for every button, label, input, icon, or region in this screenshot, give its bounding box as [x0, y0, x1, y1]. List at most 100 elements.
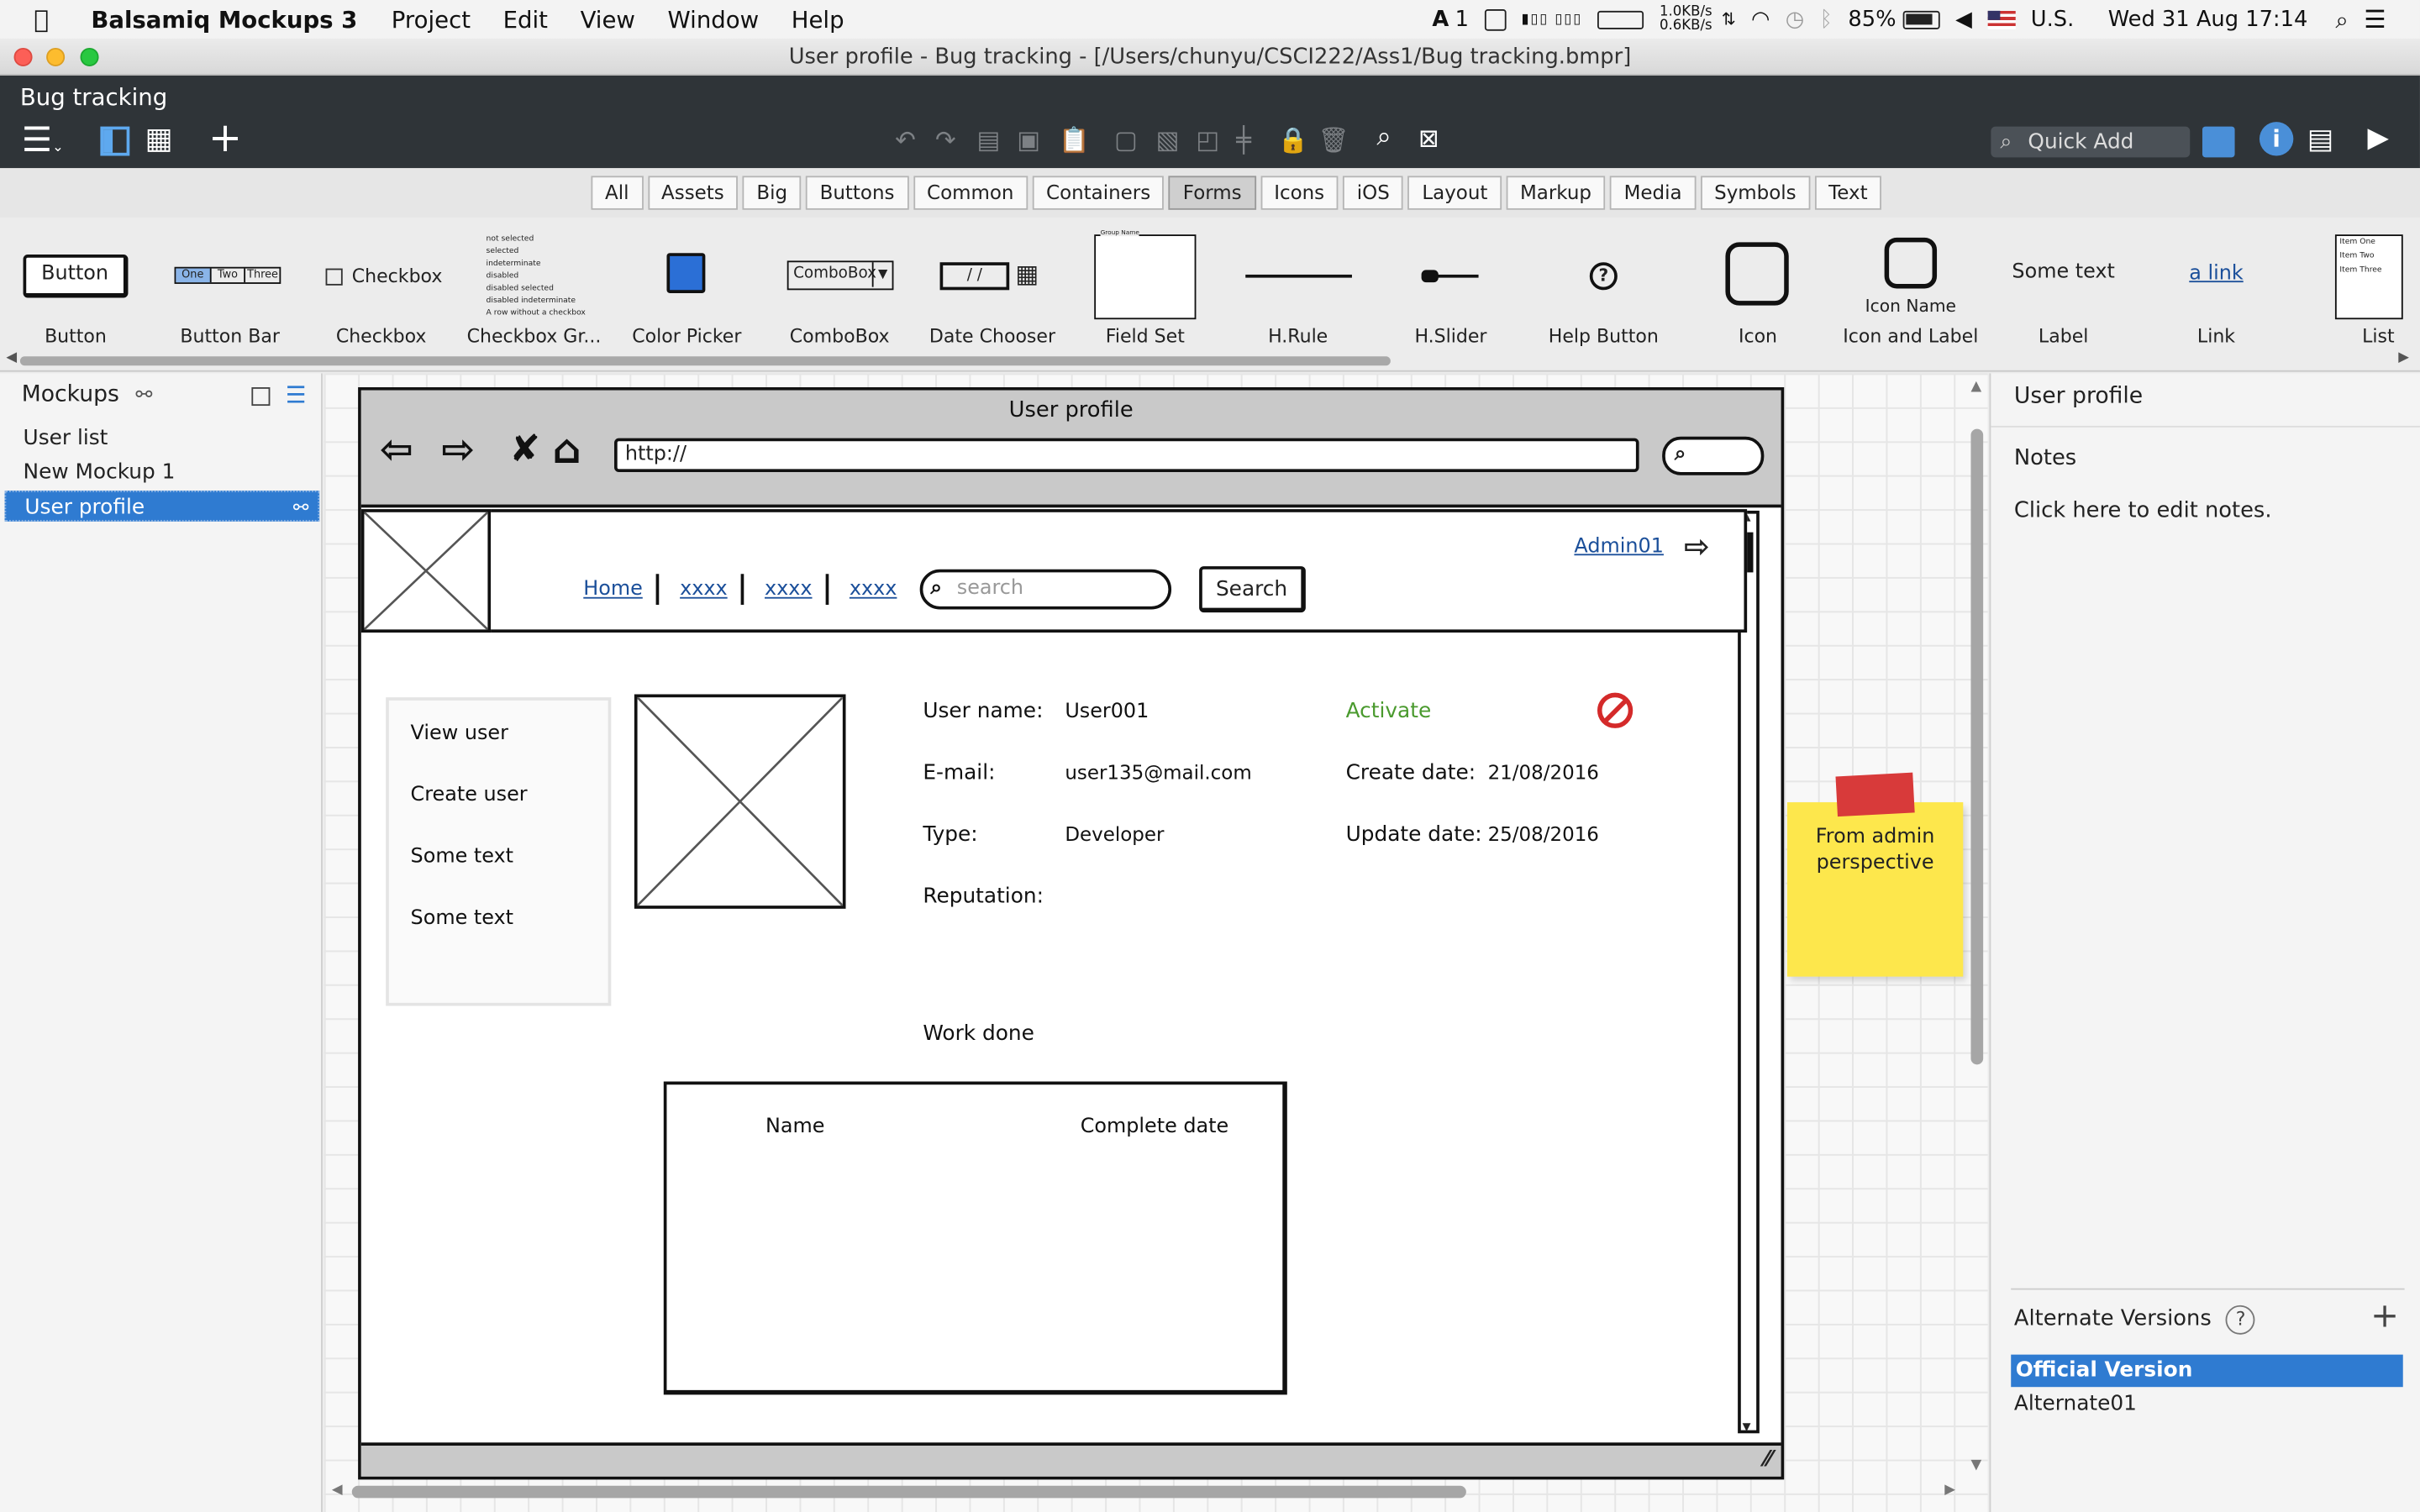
canvas-scroll-down-icon[interactable]: ▼	[1970, 1458, 1981, 1473]
volume-icon[interactable]: ◀	[1955, 7, 1972, 31]
notification-center-icon[interactable]: ☰	[2364, 5, 2386, 34]
grid-view-icon[interactable]: ▦	[145, 122, 173, 155]
clock[interactable]: Wed 31 Aug 17:14	[2108, 7, 2308, 31]
ungroup-icon[interactable]: ▧	[1156, 125, 1180, 155]
mockup-item-user-profile[interactable]: User profile ⚯	[4, 491, 320, 522]
library-scrollbar[interactable]	[19, 356, 1391, 366]
content-vertical-scrollbar[interactable]: ▲ ▼	[1738, 510, 1760, 1434]
logout-icon[interactable]: ⇨	[1684, 528, 1710, 564]
filter-tab-assets[interactable]: Assets	[647, 176, 739, 210]
nav-link-1[interactable]: xxxx	[680, 578, 728, 601]
browser-search-field[interactable]: ⌕	[1662, 436, 1765, 475]
library-item-field-set[interactable]: Group Name Field Set	[1070, 218, 1221, 372]
spotlight-icon[interactable]: ⌕	[2335, 5, 2348, 33]
side-menu-item-4[interactable]: Some text	[411, 907, 513, 931]
filter-tab-forms[interactable]: Forms	[1169, 176, 1256, 210]
hamburger-menu-icon[interactable]: ☰⌄	[22, 122, 64, 160]
fullscreen-present-icon[interactable]: ▶	[2367, 122, 2388, 155]
library-item-button-bar[interactable]: One Two Three Button Bar	[155, 218, 306, 372]
redo-icon[interactable]: ↷	[935, 125, 956, 155]
close-window-button[interactable]	[13, 47, 33, 66]
url-field[interactable]: http://	[614, 438, 1639, 473]
help-icon[interactable]: ?	[2226, 1305, 2255, 1335]
library-item-link[interactable]: a link Link	[2141, 218, 2292, 372]
menu-window[interactable]: Window	[668, 5, 760, 33]
filter-tab-buttons[interactable]: Buttons	[806, 176, 909, 210]
canvas-scroll-right-icon[interactable]: ▶	[1944, 1483, 1955, 1498]
link-symbol-icon[interactable]: ⚯	[135, 384, 152, 407]
notes-panel-icon[interactable]: ▤	[2307, 123, 2333, 156]
canvas-scroll-up-icon[interactable]: ▲	[1970, 380, 1981, 395]
site-search-input[interactable]: ⌕ search	[919, 569, 1172, 610]
mockup-item-user-list[interactable]: User list	[5, 423, 320, 454]
thumbnail-view-icon[interactable]	[251, 387, 271, 407]
library-item-icon-and-label[interactable]: Icon Name Icon and Label	[1835, 218, 1986, 372]
admin-user-link[interactable]: Admin01	[1574, 535, 1663, 559]
group-icon[interactable]: ▢	[1114, 125, 1138, 155]
library-item-icon[interactable]: Icon	[1682, 218, 1833, 372]
back-arrow-icon[interactable]: ⇦	[380, 428, 413, 474]
filter-tab-common[interactable]: Common	[913, 176, 1028, 210]
memory-meter-icon[interactable]	[1597, 7, 1644, 31]
library-item-checkbox[interactable]: Checkbox Checkbox	[306, 218, 457, 372]
filter-tab-text[interactable]: Text	[1814, 176, 1882, 210]
forward-arrow-icon[interactable]: ⇨	[441, 428, 475, 474]
canvas-vertical-scrollbar[interactable]	[1970, 428, 1984, 1065]
align-icon[interactable]: ╪	[1236, 125, 1251, 155]
library-item-color-picker[interactable]: Color Picker	[611, 218, 762, 372]
library-item-hrule[interactable]: H.Rule	[1223, 218, 1374, 372]
quick-add-input[interactable]: ⌕ Quick Add	[1991, 126, 2191, 158]
duplicate-icon[interactable]: ▣	[1017, 125, 1040, 155]
apple-menu-icon[interactable]: 	[34, 5, 61, 34]
network-speed[interactable]: 1.0KB/s 0.6KB/s	[1660, 5, 1712, 33]
library-item-combobox[interactable]: ComboBox ▼ ComboBox	[764, 218, 915, 372]
canvas-scroll-left-icon[interactable]: ◀	[332, 1483, 343, 1498]
activate-status[interactable]: Activate	[1346, 699, 1432, 723]
filter-tab-icons[interactable]: Icons	[1260, 176, 1339, 210]
filter-tab-big[interactable]: Big	[742, 176, 802, 210]
add-version-icon[interactable]: +	[2370, 1298, 2399, 1336]
canvas-horizontal-scrollbar[interactable]	[351, 1485, 1466, 1499]
clear-find-icon[interactable]: ⊠	[1418, 123, 1439, 153]
find-icon[interactable]: ⌕	[1376, 122, 1392, 153]
copy-icon[interactable]: ▤	[977, 125, 1001, 155]
filter-tab-symbols[interactable]: Symbols	[1700, 176, 1811, 210]
single-view-icon[interactable]	[100, 126, 130, 156]
nav-link-2[interactable]: xxxx	[765, 578, 813, 601]
mockup-canvas[interactable]: User profile ⇦ ⇨ ✘ ⌂ http:// ⌕ ▲ ▼ Home …	[324, 373, 1988, 1512]
add-mockup-icon[interactable]: +	[208, 116, 242, 162]
time-machine-icon[interactable]: ◷	[1786, 7, 1804, 31]
stop-block-icon[interactable]	[1597, 692, 1634, 728]
library-scroll-right-icon[interactable]: ▶	[2398, 350, 2409, 365]
cpu-meter-icon[interactable]: ▮▯▯ ▯▯▯	[1521, 12, 1582, 27]
battery-status[interactable]: 85%	[1848, 7, 1940, 32]
flag-us-icon[interactable]	[1987, 9, 2016, 29]
side-menu-create-user[interactable]: Create user	[411, 784, 528, 807]
sticky-note[interactable]: From admin perspective	[1786, 802, 1964, 977]
zoom-window-button[interactable]	[80, 47, 99, 66]
library-item-list[interactable]: Item One Item Two Item Three List	[2293, 218, 2417, 372]
side-menu-view-user[interactable]: View user	[411, 722, 508, 746]
side-menu-item-3[interactable]: Some text	[411, 846, 513, 869]
app-menu[interactable]: Balsamiq Mockups 3	[91, 5, 357, 33]
menu-view[interactable]: View	[581, 5, 635, 33]
version-alternate01[interactable]: Alternate01	[2014, 1392, 2137, 1416]
library-item-help-button[interactable]: ? Help Button	[1528, 218, 1679, 372]
menu-project[interactable]: Project	[392, 5, 471, 33]
info-icon[interactable]: i	[2259, 122, 2294, 156]
browser-window-mockup[interactable]: User profile ⇦ ⇨ ✘ ⌂ http:// ⌕ ▲ ▼ Home …	[358, 387, 1785, 1480]
filter-tab-markup[interactable]: Markup	[1506, 176, 1606, 210]
home-icon[interactable]: ⌂	[553, 428, 581, 474]
stop-x-icon[interactable]: ✘	[509, 428, 540, 470]
nav-link-home[interactable]: Home	[583, 578, 643, 601]
nav-link-3[interactable]: xxxx	[850, 578, 897, 601]
wifi-icon[interactable]: ◠	[1751, 7, 1770, 31]
filter-tab-media[interactable]: Media	[1610, 176, 1697, 210]
library-item-label[interactable]: Some text Label	[1988, 218, 2139, 372]
display-icon[interactable]	[1484, 7, 1507, 31]
paste-icon[interactable]: 📋	[1059, 125, 1090, 155]
list-view-icon[interactable]: ☰	[286, 381, 307, 409]
bluetooth-icon[interactable]: ᛒ	[1820, 7, 1833, 31]
library-item-hslider[interactable]: H.Slider	[1375, 218, 1526, 372]
menu-help[interactable]: Help	[792, 5, 844, 33]
